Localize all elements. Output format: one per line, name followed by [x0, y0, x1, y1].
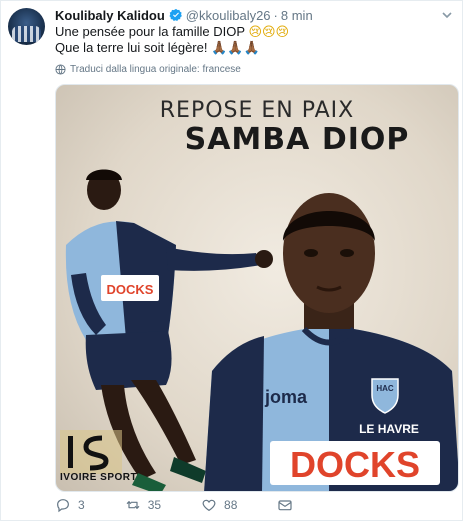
retweet-icon: [126, 501, 140, 509]
retweet-count: 35: [147, 498, 162, 512]
headline-repose: REPOSE EN PAIX: [159, 98, 355, 123]
tweet-header: Koulibaly Kalidou @kkoulibaly26 · 8 min: [55, 6, 313, 24]
tweet-line-1: Une pensée pour la famille DIOP: [55, 24, 245, 39]
chevron-down-icon[interactable]: [441, 9, 453, 21]
crying-emoji: 😢😢😢: [248, 24, 290, 39]
retweet-button[interactable]: 35: [125, 497, 161, 513]
dm-icon: [278, 500, 293, 511]
svg-text:DOCKS: DOCKS: [107, 282, 154, 297]
globe-icon: [55, 64, 66, 75]
separator: ·: [273, 7, 278, 23]
tweet-card[interactable]: Koulibaly Kalidou @kkoulibaly26 · 8 min …: [0, 0, 463, 521]
reply-count: 3: [78, 498, 85, 512]
author-handle[interactable]: @kkoulibaly26: [186, 8, 271, 23]
like-button[interactable]: 88: [201, 497, 237, 513]
sponsor-le-havre: LE HAVRE: [359, 422, 419, 436]
club-badge-text: HAC: [376, 384, 394, 393]
shirt-sponsor-joma: joma: [264, 387, 308, 407]
translate-link[interactable]: Traduci dalla lingua originale: francese: [55, 64, 241, 75]
sponsor-docks: DOCKS: [290, 444, 420, 485]
translate-label: Traduci dalla lingua originale: francese: [70, 64, 241, 75]
author-name[interactable]: Koulibaly Kalidou: [55, 8, 165, 23]
timestamp[interactable]: 8 min: [281, 8, 313, 23]
like-count: 88: [224, 498, 238, 512]
tweet-text: Une pensée pour la famille DIOP 😢😢😢 Que …: [55, 24, 289, 56]
praying-emoji: 🙏🏾🙏🏾🙏🏾: [211, 40, 260, 55]
portrait-player-figure: joma HAC LE HAVRE DOCKS: [204, 193, 458, 491]
verified-badge-icon: [169, 8, 182, 21]
ivoire-sport-label: IVOIRE SPORT: [60, 472, 138, 483]
reply-button[interactable]: 3: [55, 497, 85, 513]
avatar[interactable]: [8, 8, 45, 45]
reply-icon: [57, 499, 69, 513]
action-bar: 3 35 88: [55, 497, 340, 513]
tweet-image[interactable]: REPOSE EN PAIX SAMBA DIOP DOCKS joma HAC…: [55, 84, 459, 492]
like-icon: [202, 499, 216, 512]
tweet-line-2: Que la terre lui soit légère!: [55, 40, 208, 55]
direct-message-button[interactable]: [277, 497, 300, 513]
